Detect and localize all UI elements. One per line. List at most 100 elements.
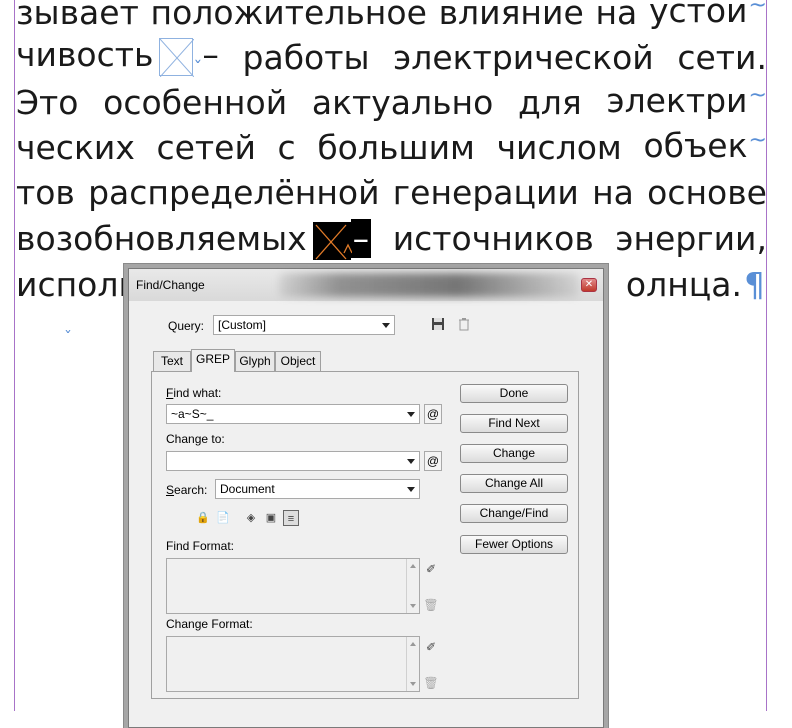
chevron-down-icon: [407, 459, 415, 464]
find-format-box[interactable]: [166, 558, 420, 614]
selected-en-dash: –: [350, 219, 372, 258]
text-line-4: ческих сетей с большим числом объек~: [16, 125, 767, 171]
tab-grep[interactable]: GREP: [191, 349, 235, 372]
anchor-marker-icon: ˇ: [64, 328, 72, 347]
scrollbar[interactable]: [406, 637, 419, 691]
pilcrow-marker: ¶: [743, 265, 765, 304]
word: объек: [643, 125, 748, 165]
word: электрической: [393, 38, 654, 77]
tab-glyph[interactable]: Glyph: [235, 351, 275, 371]
word: исполь: [16, 265, 138, 304]
trash-icon: [459, 318, 469, 331]
word: ческих: [16, 128, 135, 167]
text-line-2: чивость ˇ– работы электрической сети.: [16, 35, 767, 81]
chevron-down-icon: [382, 323, 390, 328]
chevron-down-icon: [407, 487, 415, 492]
word: генерации: [392, 173, 579, 212]
word: энергии,: [615, 219, 767, 258]
text-line-6: возобновляемых – источников энергии,: [16, 216, 767, 262]
word: зывает: [16, 0, 139, 32]
scrollbar[interactable]: [406, 559, 419, 613]
find-change-dialog[interactable]: Find/Change ✕ Query: [Custom] Text GREP …: [128, 268, 604, 728]
include-locked-stories-icon[interactable]: 📄: [215, 510, 231, 526]
word-with-anchor: чивость ˇ–: [16, 32, 219, 84]
find-special-characters-button[interactable]: @: [424, 404, 442, 424]
word: возобновляемых: [16, 219, 307, 258]
text-line-1: зывает положительное влияние на устои~: [16, 0, 767, 36]
change-to-input[interactable]: [166, 451, 420, 471]
word: чивость: [16, 35, 154, 74]
include-master-pages-icon[interactable]: ▣: [263, 510, 279, 526]
dialog-titlebar[interactable]: Find/Change ✕: [129, 269, 603, 301]
tab-text[interactable]: Text: [153, 351, 191, 371]
change-all-button[interactable]: Change All: [460, 474, 568, 493]
word: актуально: [311, 83, 494, 122]
word: работы: [242, 38, 370, 77]
close-button[interactable]: ✕: [581, 278, 597, 292]
discretionary-hyphen-marker: ~: [748, 0, 767, 18]
search-scope-value: Document: [220, 482, 275, 496]
specify-change-format-icon[interactable]: ✐: [423, 639, 439, 655]
clear-change-format-icon[interactable]: 🗑: [423, 675, 439, 691]
change-format-box[interactable]: [166, 636, 420, 692]
word: олнца.: [625, 265, 742, 304]
include-hidden-layers-icon[interactable]: ◈: [243, 510, 259, 526]
fewer-options-button[interactable]: Fewer Options: [460, 535, 568, 554]
word: сети.: [677, 38, 767, 77]
word: положительное: [150, 0, 427, 32]
text-line-3: Это особенной актуально для электри~: [16, 80, 767, 126]
anchored-object-placeholder[interactable]: [159, 37, 195, 77]
search-label: Search:: [166, 483, 207, 497]
scroll-down-icon[interactable]: [410, 682, 416, 686]
change-to-label: Change to:: [166, 432, 225, 446]
done-button[interactable]: Done: [460, 384, 568, 403]
empty-frame-icon: [160, 38, 195, 77]
word: тов: [16, 173, 75, 212]
tab-object[interactable]: Object: [275, 351, 321, 371]
query-label: Query:: [168, 319, 205, 333]
word: особенной: [103, 83, 288, 122]
scroll-up-icon[interactable]: [410, 642, 416, 646]
word: с: [277, 128, 296, 167]
find-what-input[interactable]: ~a~S~_: [166, 404, 420, 424]
change-special-characters-button[interactable]: @: [424, 451, 442, 471]
word: для: [517, 83, 582, 122]
find-next-button[interactable]: Find Next: [460, 414, 568, 433]
change-find-button[interactable]: Change/Find: [460, 504, 568, 523]
anchor-marker-icon: ˇ: [193, 58, 203, 79]
word: источников: [392, 219, 594, 258]
chevron-down-icon: [407, 412, 415, 417]
word-with-hyphen: устои~: [649, 0, 767, 39]
change-button[interactable]: Change: [460, 444, 568, 463]
scroll-down-icon[interactable]: [410, 604, 416, 608]
include-locked-layers-icon[interactable]: 🔒: [195, 510, 211, 526]
find-what-value: ~a~S~_: [171, 407, 214, 421]
search-label-text: earch:: [174, 483, 208, 497]
word: Это: [16, 83, 79, 122]
empty-frame-icon: [315, 224, 352, 259]
word-with-hyphen: электри~: [606, 78, 767, 129]
dialog-title: Find/Change: [136, 278, 205, 292]
find-what-label: Find what:: [166, 386, 221, 400]
save-query-icon[interactable]: [430, 317, 446, 333]
word-end: олнца.¶: [626, 262, 765, 308]
word: основе: [647, 173, 767, 212]
scroll-up-icon[interactable]: [410, 564, 416, 568]
specify-find-format-icon[interactable]: ✐: [423, 561, 439, 577]
word: электри: [606, 80, 748, 120]
text-line-5: тов распределённой генерации на основе: [16, 170, 767, 216]
delete-query-icon[interactable]: [456, 317, 472, 333]
include-footnotes-icon[interactable]: ≡: [283, 510, 299, 526]
selected-anchored-object[interactable]: [312, 221, 352, 260]
discretionary-hyphen-marker: ~: [748, 82, 767, 108]
discretionary-hyphen-marker: ~: [748, 127, 767, 153]
word-with-selection: возобновляемых –: [16, 216, 372, 262]
word: на: [595, 0, 638, 32]
search-scope-select[interactable]: Document: [215, 479, 420, 499]
word: сетей: [156, 128, 256, 167]
query-select[interactable]: [Custom]: [213, 315, 395, 335]
word: на: [592, 173, 634, 212]
en-dash: –: [202, 35, 219, 74]
clear-find-format-icon[interactable]: 🗑: [423, 597, 439, 613]
change-format-label: Change Format:: [166, 617, 253, 631]
